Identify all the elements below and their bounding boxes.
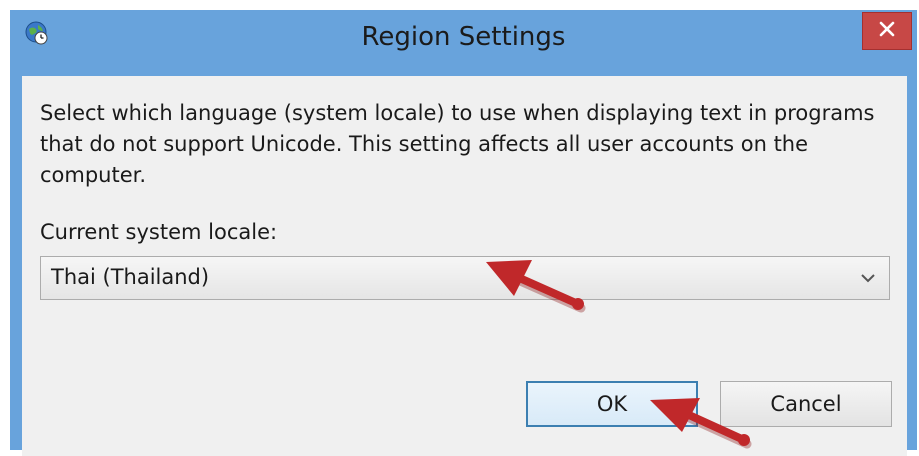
close-button[interactable] xyxy=(862,12,912,50)
ok-button[interactable]: OK xyxy=(526,381,698,427)
window-title: Region Settings xyxy=(361,22,566,52)
region-settings-dialog: Region Settings Select which language (s… xyxy=(10,10,917,456)
system-locale-dropdown[interactable]: Thai (Thailand) xyxy=(40,256,890,300)
close-icon xyxy=(879,21,895,41)
title-bar[interactable]: Region Settings xyxy=(10,10,917,70)
chevron-down-icon[interactable] xyxy=(859,269,877,287)
locale-label: Current system locale: xyxy=(40,220,278,244)
dialog-body: Select which language (system locale) to… xyxy=(22,76,907,456)
description-text: Select which language (system locale) to… xyxy=(40,101,875,187)
cancel-button[interactable]: Cancel xyxy=(720,381,892,427)
locale-selected-value: Thai (Thailand) xyxy=(51,265,210,289)
